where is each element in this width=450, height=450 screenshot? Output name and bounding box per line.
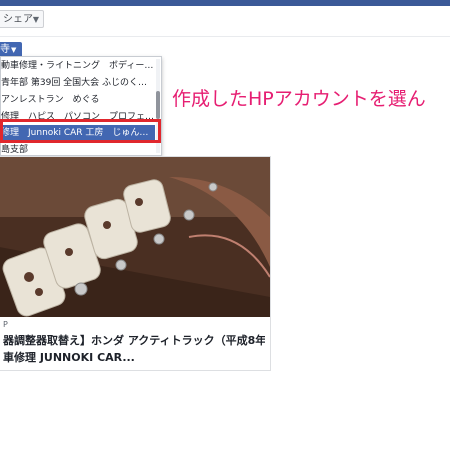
share-select-label: シェア — [3, 14, 33, 25]
link-title-line-2: 車修理 JUNNOKI CAR... — [3, 351, 135, 364]
instruction-annotation: 作成したHPアカウントを選ん — [172, 88, 426, 110]
dropdown-item[interactable]: 青年部 第39回 全国大会 ふじのくに静... — [1, 75, 155, 92]
chevron-down-icon: ▼ — [32, 15, 39, 24]
link-preview-card[interactable]: P 器調整器取替え】ホンダ アクティトラック（平成8年 車修理 JUNNOKI … — [0, 156, 271, 371]
chevron-down-icon: ▼ — [11, 46, 17, 54]
link-domain: P — [3, 320, 8, 329]
dropdown-item-selected[interactable]: 修理 Junnoki CAR 工房 じゅんの木... — [1, 125, 155, 142]
account-dropdown-menu: 動車修理・ライトニング ボディーコ... 青年部 第39回 全国大会 ふじのくに… — [0, 56, 162, 156]
link-title-line-1: 器調整器取替え】ホンダ アクティトラック（平成8年 — [3, 334, 265, 347]
dropdown-item[interactable]: 動車修理・ライトニング ボディーコ... — [1, 58, 155, 75]
link-title: 器調整器取替え】ホンダ アクティトラック（平成8年 車修理 JUNNOKI CA… — [3, 332, 265, 366]
link-preview-image — [0, 157, 270, 317]
dropdown-item[interactable]: 島支部 — [1, 142, 155, 155]
dropdown-scrollbar-thumb[interactable] — [156, 91, 160, 119]
composer-divider — [0, 36, 450, 37]
top-nav-bar — [0, 0, 450, 6]
share-privacy-select[interactable]: シェア ▼ — [0, 10, 44, 28]
dropdown-item[interactable]: アンレストラン めぐる — [1, 92, 155, 109]
dropdown-item[interactable]: 修理 ハピス パソコン プロフェッ... — [1, 109, 155, 126]
post-as-label: 寺 — [0, 44, 10, 55]
